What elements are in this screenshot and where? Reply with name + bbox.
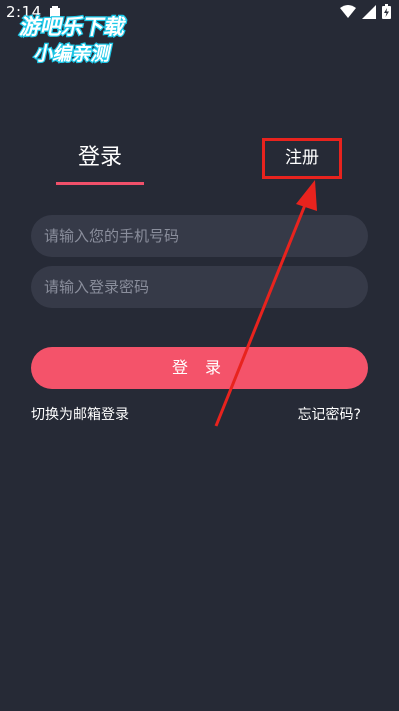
- signal-icon: [362, 4, 376, 19]
- wifi-icon: [340, 4, 356, 18]
- login-button[interactable]: 登 录: [31, 347, 368, 389]
- password-input[interactable]: [31, 266, 368, 308]
- watermark-logo: 游吧乐下载 小编亲测: [16, 13, 129, 66]
- watermark-line1: 游吧乐下载: [18, 14, 128, 40]
- tab-login-underline: [56, 182, 144, 185]
- switch-email-login-link[interactable]: 切换为邮箱登录: [31, 404, 129, 424]
- login-screen: 2:14 游吧乐下载 小编亲测 登录 注册 请输入您的手机号码 登 录 切换为邮…: [0, 0, 399, 711]
- watermark-line2: 小编亲测: [32, 42, 113, 65]
- status-icons: [340, 4, 391, 19]
- forgot-password-link[interactable]: 忘记密码?: [298, 404, 361, 424]
- battery-icon: [382, 4, 391, 19]
- phone-input[interactable]: [31, 215, 368, 257]
- tab-login[interactable]: 登录: [56, 140, 144, 176]
- tab-register[interactable]: 注册: [262, 138, 342, 179]
